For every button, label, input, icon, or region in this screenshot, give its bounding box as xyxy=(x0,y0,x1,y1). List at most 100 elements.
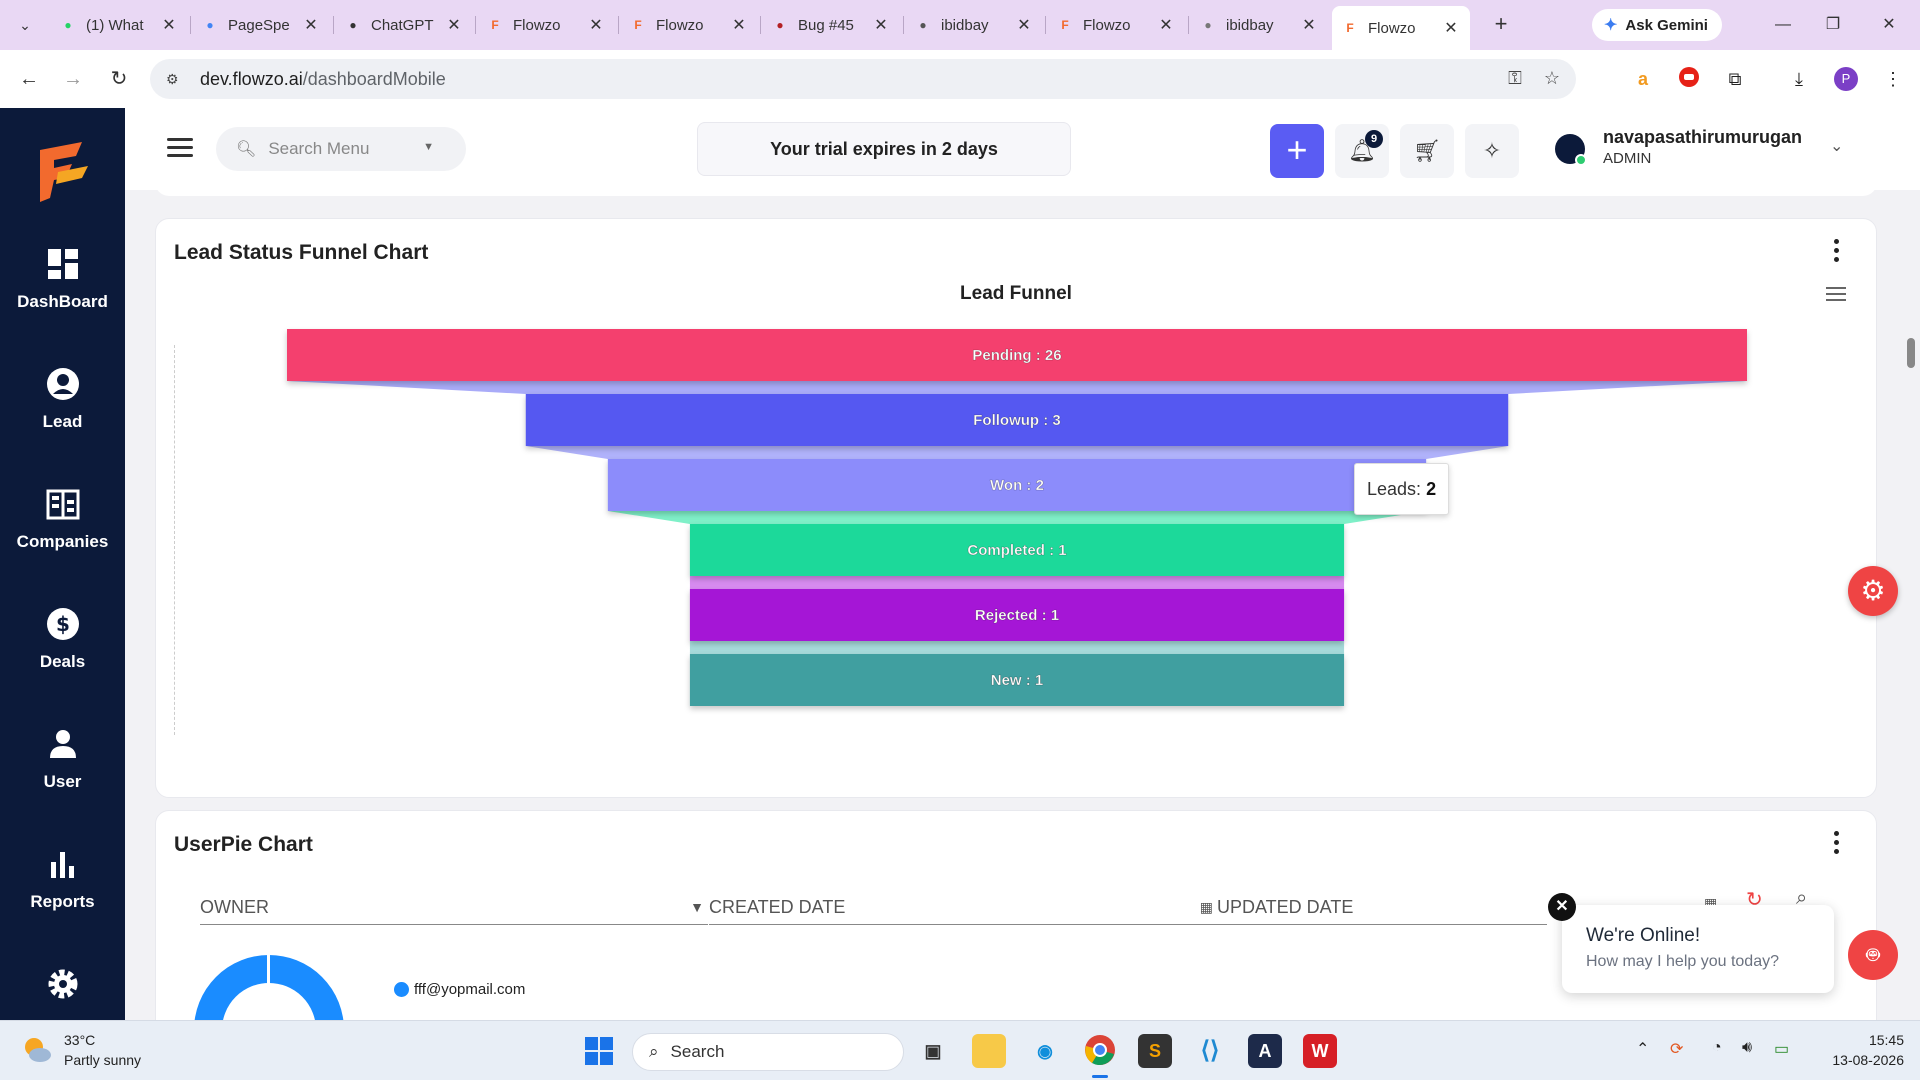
browser-tab[interactable]: ● ChatGPT ✕ xyxy=(335,8,473,42)
close-tab-icon[interactable]: ✕ xyxy=(1442,18,1460,38)
close-tab-icon[interactable]: ✕ xyxy=(1300,15,1318,35)
password-key-icon[interactable]: ⚿ xyxy=(1508,68,1522,89)
sidebar-item-lead[interactable]: Lead xyxy=(0,366,125,432)
chevron-down-icon[interactable]: ▼ xyxy=(423,141,434,153)
close-tab-icon[interactable]: ✕ xyxy=(1015,15,1033,35)
minimize-window-icon[interactable]: — xyxy=(1760,12,1806,38)
close-tab-icon[interactable]: ✕ xyxy=(160,15,178,35)
download-icon[interactable]: ⤓ xyxy=(1786,66,1812,92)
browser-tab[interactable]: ● ibidbay ✕ xyxy=(905,8,1043,42)
sync-icon[interactable]: ⟳ xyxy=(1670,1039,1683,1059)
close-tab-icon[interactable]: ✕ xyxy=(587,15,605,35)
funnel-connector xyxy=(689,576,1345,589)
browser-menu-icon[interactable]: ⋮ xyxy=(1880,66,1906,92)
address-bar[interactable]: ⚙ dev.flowzo.ai/dashboardMobile ⚿ ☆ xyxy=(150,59,1576,99)
restore-window-icon[interactable]: ❐ xyxy=(1810,12,1856,38)
page-scrollbar-thumb[interactable] xyxy=(1907,338,1915,368)
settings-float-button[interactable]: ⚙ xyxy=(1848,566,1898,616)
vscode-icon[interactable]: ⟨⟩ xyxy=(1193,1034,1227,1068)
funnel-connector xyxy=(689,641,1345,654)
gear-icon: ⚙ xyxy=(1860,575,1886,606)
notification-button[interactable]: 🔔︎ 9 xyxy=(1335,124,1389,178)
funnel-data-label: Pending : 26 xyxy=(972,347,1061,364)
forward-arrow-icon[interactable]: → xyxy=(60,66,86,92)
updated-date-filter[interactable]: UPDATED DATE xyxy=(1217,893,1547,925)
battery-icon[interactable]: ▭ xyxy=(1774,1039,1789,1059)
ask-gemini-button[interactable]: ✦ Ask Gemini xyxy=(1592,9,1722,41)
close-tab-icon[interactable]: ✕ xyxy=(1157,15,1175,35)
cart-button[interactable]: 🛒︎ xyxy=(1400,124,1454,178)
tab-search-chevron-icon[interactable]: ⌄ xyxy=(14,14,36,36)
dashboard-content: Lead Status Funnel Chart Lead Funnel Pen… xyxy=(125,190,1920,1020)
chrome-browser-icon[interactable] xyxy=(1083,1034,1117,1068)
sidebar-item-companies[interactable]: Companies xyxy=(0,486,125,552)
ask-gemini-label: Ask Gemini xyxy=(1625,16,1708,34)
volume-icon[interactable]: 🔊︎ xyxy=(1742,1039,1752,1057)
sidebar-item-user[interactable]: User xyxy=(0,726,125,792)
tab-separator xyxy=(190,16,191,34)
card-kebab-menu-icon[interactable] xyxy=(1832,831,1840,857)
user-menu-chevron-icon[interactable]: ⌄ xyxy=(1830,136,1843,156)
site-info-icon[interactable]: ⚙ xyxy=(166,71,186,88)
amazon-extension-icon[interactable]: a xyxy=(1630,66,1656,92)
sublime-text-icon[interactable]: S xyxy=(1138,1034,1172,1068)
legend-label: fff@yopmail.com xyxy=(414,981,526,998)
close-tab-icon[interactable]: ✕ xyxy=(730,15,748,35)
browser-tab[interactable]: ● Bug #45 ✕ xyxy=(762,8,900,42)
chatbot-launcher-button[interactable]: 🤖︎ xyxy=(1848,930,1898,980)
close-tab-icon[interactable]: ✕ xyxy=(445,15,463,35)
chat-popup[interactable]: We're Online! How may I help you today? xyxy=(1562,905,1834,993)
file-explorer-icon[interactable] xyxy=(972,1034,1006,1068)
close-window-icon[interactable]: ✕ xyxy=(1866,12,1912,38)
extensions-puzzle-icon[interactable]: ⧉ xyxy=(1722,66,1748,92)
hamburger-menu-icon[interactable] xyxy=(167,138,193,158)
sidebar-item-label: Lead xyxy=(42,412,83,431)
browser-tab[interactable]: ● PageSpe ✕ xyxy=(192,8,330,42)
sidebar-item-settings[interactable] xyxy=(0,966,125,1012)
browser-tab[interactable]: ● ibidbay ✕ xyxy=(1190,8,1328,42)
new-tab-button[interactable]: + xyxy=(1488,12,1514,38)
user-avatar[interactable] xyxy=(1555,134,1587,166)
clock-date[interactable]: 13-08-2026 xyxy=(1814,1052,1904,1068)
created-date-filter[interactable]: CREATED DATE ▦ xyxy=(709,893,1217,925)
partly-sunny-icon[interactable] xyxy=(20,1033,54,1067)
chat-close-icon[interactable]: ✕ xyxy=(1548,893,1576,921)
flowzo-logo[interactable] xyxy=(36,142,92,202)
clock-time[interactable]: 15:45 xyxy=(1852,1032,1904,1048)
android-studio-icon[interactable]: A xyxy=(1248,1034,1282,1068)
task-view-icon[interactable]: ▣ xyxy=(916,1034,950,1068)
funnel-data-label: Rejected : 1 xyxy=(975,607,1059,624)
owner-filter[interactable]: OWNER ▼ xyxy=(200,893,708,925)
close-tab-icon[interactable]: ✕ xyxy=(302,15,320,35)
sidebar-item-label: Deals xyxy=(39,652,86,671)
browser-tab[interactable]: ● (1) What ✕ xyxy=(50,8,188,42)
browser-tab-title: Flowzo xyxy=(513,16,561,34)
bookmark-star-icon[interactable]: ☆ xyxy=(1544,68,1560,89)
search-menu-input[interactable]: 🔍︎ Search Menu ▼ xyxy=(216,127,466,171)
sidebar-item-reports[interactable]: Reports xyxy=(0,846,125,912)
show-hidden-icons-chevron[interactable]: ⌃ xyxy=(1636,1039,1649,1059)
settings-gear-icon xyxy=(48,969,77,999)
taskbar-search[interactable]: ⌕ Search xyxy=(632,1033,904,1071)
browser-tab[interactable]: F Flowzo ✕ xyxy=(477,8,615,42)
windows-start-icon[interactable] xyxy=(585,1037,613,1065)
browser-tab[interactable]: F Flowzo ✕ xyxy=(1332,6,1470,50)
back-arrow-icon[interactable]: ← xyxy=(16,66,42,92)
ai-sparkle-button[interactable]: ✧ xyxy=(1465,124,1519,178)
wifi-icon[interactable]: ◔ xyxy=(1712,1039,1722,1057)
close-tab-icon[interactable]: ✕ xyxy=(872,15,890,35)
add-button[interactable]: + xyxy=(1270,124,1324,178)
browser-tab[interactable]: F Flowzo ✕ xyxy=(1047,8,1185,42)
sidebar-item-dashboard[interactable]: DashBoard xyxy=(0,246,125,312)
wps-office-icon[interactable]: W xyxy=(1303,1034,1337,1068)
sidebar-item-deals[interactable]: $ Deals xyxy=(0,606,125,672)
edge-browser-icon[interactable]: ◉ xyxy=(1028,1034,1062,1068)
profile-avatar[interactable]: P xyxy=(1834,67,1858,91)
browser-toolbar: ← → ↻ ⚙ dev.flowzo.ai/dashboardMobile ⚿ … xyxy=(0,50,1920,108)
reload-icon[interactable]: ↻ xyxy=(106,66,132,92)
pie-legend-item[interactable]: fff@yopmail.com xyxy=(394,981,525,998)
browser-tab[interactable]: F Flowzo ✕ xyxy=(620,8,758,42)
dashboard-icon xyxy=(47,249,78,279)
youtube-extension-icon[interactable] xyxy=(1676,66,1702,92)
funnel-connector xyxy=(607,511,1427,524)
